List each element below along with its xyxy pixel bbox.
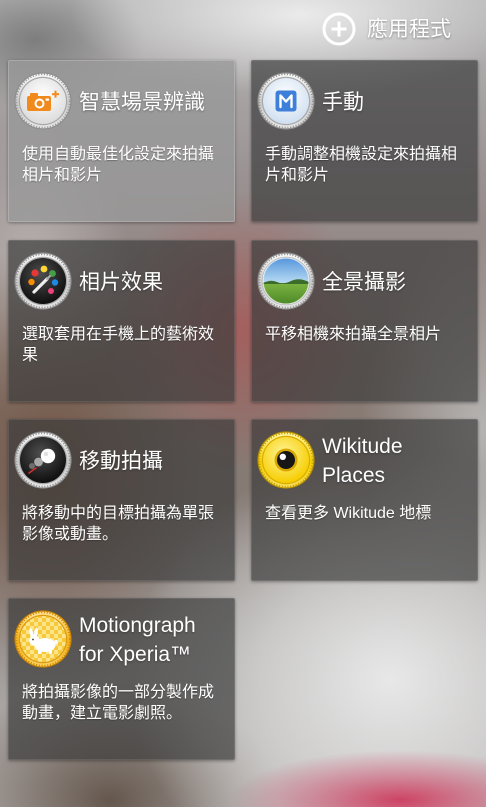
mode-title-line: 移動拍攝 [79, 449, 163, 473]
mode-description-line: 動畫，建立電影劇照。 [22, 705, 183, 722]
mode-title-line: 智慧場景辨識 [79, 90, 205, 114]
mode-card-wikitude-places[interactable]: Wikitude Places 查看更多 Wikitude 地標 [251, 419, 478, 581]
mode-title: 移動拍攝 [79, 432, 229, 490]
mode-title-line: Places [322, 464, 386, 487]
motion-shot-icon [14, 431, 72, 489]
mode-description-line: 片和影片 [265, 167, 330, 184]
mode-description: 使用自動最佳化設定來拍攝 相片和影片 [22, 144, 227, 186]
mode-title-line: for Xperia™ [79, 643, 192, 666]
mode-title-line: 手動 [322, 90, 364, 114]
mode-description: 將移動中的目標拍攝為單張 影像或動畫。 [22, 503, 227, 545]
mode-card-photo-effect[interactable]: 相片效果 選取套用在手機上的藝術效 果 [8, 240, 235, 402]
mode-description: 平移相機來拍攝全景相片 [265, 324, 470, 345]
motiongraph-rabbit-icon [14, 610, 72, 668]
mode-card-motiongraph[interactable]: Motiongraph for Xperia™ 將拍攝影像的一部分製作成 動畫，… [8, 598, 235, 760]
smart-scene-camera-icon [14, 72, 72, 130]
mode-description-line: 相片和影片 [22, 167, 103, 184]
photo-effect-palette-icon [14, 252, 72, 310]
mode-description-line: 選取套用在手機上的藝術效 [22, 326, 215, 343]
mode-title-line: Motiongraph [79, 614, 196, 637]
mode-description-line: 將拍攝影像的一部分製作成 [22, 684, 215, 701]
mode-description: 手動調整相機設定來拍攝相 片和影片 [265, 144, 470, 186]
mode-description-line: 平移相機來拍攝全景相片 [265, 326, 442, 343]
mode-description-line: 將移動中的目標拍攝為單張 [22, 505, 215, 522]
mode-card-motion-shot[interactable]: 移動拍攝 將移動中的目標拍攝為單張 影像或動畫。 [8, 419, 235, 581]
mode-description-line: 查看更多 Wikitude 地標 [265, 505, 432, 522]
mode-description-line: 使用自動最佳化設定來拍攝 [22, 146, 215, 163]
mode-title: 相片效果 [79, 253, 229, 311]
mode-title: 手動 [322, 73, 472, 131]
mode-description-line: 手動調整相機設定來拍攝相 [265, 146, 458, 163]
sweep-panorama-icon [257, 252, 315, 310]
mode-description: 查看更多 Wikitude 地標 [265, 503, 470, 524]
mode-card-smart-scene[interactable]: 智慧場景辨識 使用自動最佳化設定來拍攝 相片和影片 [8, 60, 235, 222]
camera-mode-grid: 智慧場景辨識 使用自動最佳化設定來拍攝 相片和影片 手動 手動調整相機設定來拍攝… [0, 0, 486, 807]
mode-card-manual[interactable]: 手動 手動調整相機設定來拍攝相 片和影片 [251, 60, 478, 222]
wikitude-eye-icon [257, 431, 315, 489]
mode-description-line: 果 [22, 347, 39, 364]
mode-description: 選取套用在手機上的藝術效 果 [22, 324, 227, 366]
mode-title: 全景攝影 [322, 253, 472, 311]
mode-description-line: 影像或動畫。 [22, 526, 119, 543]
mode-card-panorama[interactable]: 全景攝影 平移相機來拍攝全景相片 [251, 240, 478, 402]
manual-m-icon [257, 72, 315, 130]
mode-title: Wikitude Places [322, 432, 472, 490]
mode-title-line: 全景攝影 [322, 270, 406, 294]
mode-title: 智慧場景辨識 [79, 73, 229, 131]
mode-title-line: Wikitude [322, 435, 403, 458]
mode-title: Motiongraph for Xperia™ [79, 611, 229, 669]
mode-title-line: 相片效果 [79, 270, 163, 294]
mode-description: 將拍攝影像的一部分製作成 動畫，建立電影劇照。 [22, 682, 227, 724]
